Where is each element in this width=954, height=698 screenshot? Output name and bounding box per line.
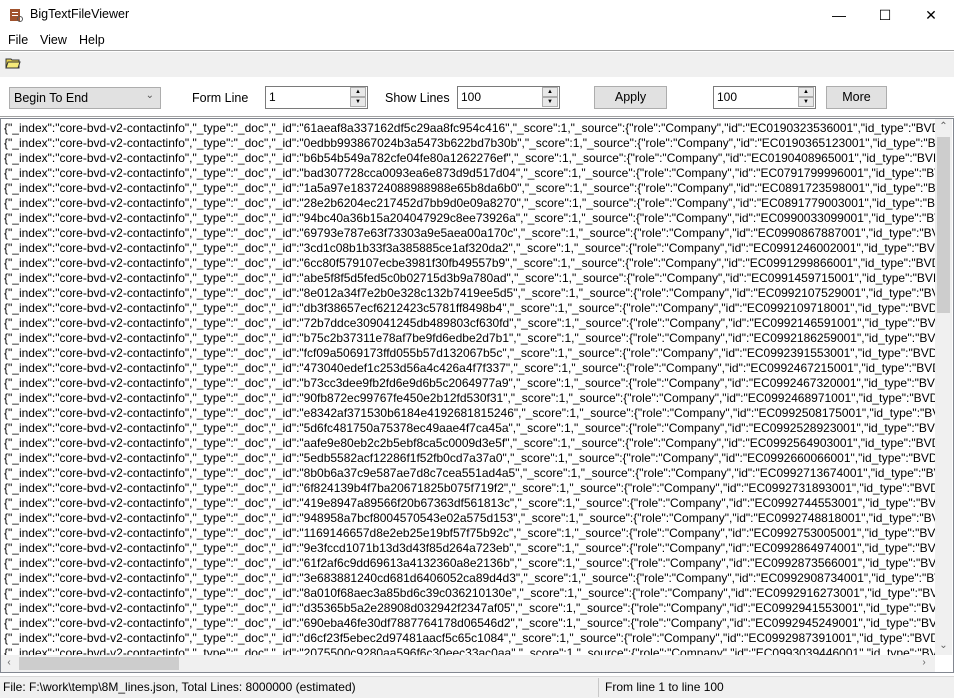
scroll-down-icon[interactable]: ⌄ <box>936 640 951 651</box>
text-line: {"_index":"core-bvd-v2-contactinfo","_ty… <box>4 316 936 330</box>
spin-up-icon[interactable]: ▲ <box>542 87 558 97</box>
text-line: {"_index":"core-bvd-v2-contactinfo","_ty… <box>4 601 936 615</box>
text-line: {"_index":"core-bvd-v2-contactinfo","_ty… <box>4 436 936 450</box>
text-line: {"_index":"core-bvd-v2-contactinfo","_ty… <box>4 496 936 510</box>
spin-up-icon[interactable]: ▲ <box>350 87 366 97</box>
show-lines-input[interactable]: 100 <box>461 90 481 104</box>
status-file-info: File: F:\work\temp\8M_lines.json, Total … <box>3 680 356 694</box>
text-line: {"_index":"core-bvd-v2-contactinfo","_ty… <box>4 331 936 345</box>
text-line: {"_index":"core-bvd-v2-contactinfo","_ty… <box>4 196 936 210</box>
text-line: {"_index":"core-bvd-v2-contactinfo","_ty… <box>4 451 936 465</box>
maximize-button[interactable]: ☐ <box>862 0 908 30</box>
spin-down-icon[interactable]: ▼ <box>542 97 558 107</box>
text-line: {"_index":"core-bvd-v2-contactinfo","_ty… <box>4 181 936 195</box>
menu-view[interactable]: View <box>40 33 67 47</box>
text-line: {"_index":"core-bvd-v2-contactinfo","_ty… <box>4 421 936 435</box>
text-view[interactable]: {"_index":"core-bvd-v2-contactinfo","_ty… <box>0 118 954 673</box>
text-line: {"_index":"core-bvd-v2-contactinfo","_ty… <box>4 646 936 655</box>
text-line: {"_index":"core-bvd-v2-contactinfo","_ty… <box>4 526 936 540</box>
text-line: {"_index":"core-bvd-v2-contactinfo","_ty… <box>4 211 936 225</box>
status-line-range: From line 1 to line 100 <box>605 680 724 694</box>
menu-file[interactable]: File <box>8 33 28 47</box>
open-folder-icon[interactable] <box>5 57 21 69</box>
more-button[interactable]: More <box>826 86 887 109</box>
direction-value: Begin To End <box>14 91 89 105</box>
text-line: {"_index":"core-bvd-v2-contactinfo","_ty… <box>4 166 936 180</box>
text-line: {"_index":"core-bvd-v2-contactinfo","_ty… <box>4 466 936 480</box>
spin-down-icon[interactable]: ▼ <box>350 97 366 107</box>
text-line: {"_index":"core-bvd-v2-contactinfo","_ty… <box>4 121 936 135</box>
vertical-scroll-thumb[interactable] <box>937 137 950 313</box>
app-icon <box>10 9 23 22</box>
text-line: {"_index":"core-bvd-v2-contactinfo","_ty… <box>4 571 936 585</box>
text-line: {"_index":"core-bvd-v2-contactinfo","_ty… <box>4 511 936 525</box>
text-line: {"_index":"core-bvd-v2-contactinfo","_ty… <box>4 346 936 360</box>
text-line: {"_index":"core-bvd-v2-contactinfo","_ty… <box>4 616 936 630</box>
minimize-button[interactable]: — <box>816 0 862 30</box>
scroll-left-icon[interactable]: ‹ <box>3 657 15 668</box>
menu-help[interactable]: Help <box>79 33 105 47</box>
text-line: {"_index":"core-bvd-v2-contactinfo","_ty… <box>4 226 936 240</box>
title-bar <box>0 0 954 30</box>
show-lines-label: Show Lines <box>385 91 450 105</box>
window-title: BigTextFileViewer <box>30 7 130 21</box>
chevron-down-icon: ⌄ <box>145 90 154 101</box>
spin-up-icon[interactable]: ▲ <box>798 87 814 97</box>
apply-button[interactable]: Apply <box>594 86 667 109</box>
text-line: {"_index":"core-bvd-v2-contactinfo","_ty… <box>4 256 936 270</box>
direction-select[interactable]: Begin To End ⌄ <box>9 87 161 109</box>
text-lines: {"_index":"core-bvd-v2-contactinfo","_ty… <box>4 121 936 655</box>
text-line: {"_index":"core-bvd-v2-contactinfo","_ty… <box>4 391 936 405</box>
status-divider <box>598 678 599 697</box>
close-button[interactable]: ✕ <box>908 0 954 30</box>
from-line-stepper[interactable]: 1 ▲ ▼ <box>265 86 368 109</box>
text-line: {"_index":"core-bvd-v2-contactinfo","_ty… <box>4 541 936 555</box>
scroll-up-icon[interactable]: ⌃ <box>936 121 951 132</box>
text-line: {"_index":"core-bvd-v2-contactinfo","_ty… <box>4 271 936 285</box>
text-line: {"_index":"core-bvd-v2-contactinfo","_ty… <box>4 631 936 645</box>
text-line: {"_index":"core-bvd-v2-contactinfo","_ty… <box>4 151 936 165</box>
spin-down-icon[interactable]: ▼ <box>798 97 814 107</box>
text-line: {"_index":"core-bvd-v2-contactinfo","_ty… <box>4 556 936 570</box>
scroll-right-icon[interactable]: › <box>918 657 930 668</box>
from-line-input[interactable]: 1 <box>269 90 276 104</box>
toolbar <box>0 52 954 77</box>
text-line: {"_index":"core-bvd-v2-contactinfo","_ty… <box>4 406 936 420</box>
menu-bar: File View Help <box>0 30 954 51</box>
text-line: {"_index":"core-bvd-v2-contactinfo","_ty… <box>4 376 936 390</box>
text-line: {"_index":"core-bvd-v2-contactinfo","_ty… <box>4 586 936 600</box>
text-line: {"_index":"core-bvd-v2-contactinfo","_ty… <box>4 301 936 315</box>
more-count-input[interactable]: 100 <box>717 90 737 104</box>
text-line: {"_index":"core-bvd-v2-contactinfo","_ty… <box>4 241 936 255</box>
show-lines-stepper[interactable]: 100 ▲ ▼ <box>457 86 560 109</box>
from-line-label: Form Line <box>192 91 249 105</box>
text-line: {"_index":"core-bvd-v2-contactinfo","_ty… <box>4 481 936 495</box>
text-line: {"_index":"core-bvd-v2-contactinfo","_ty… <box>4 361 936 375</box>
text-line: {"_index":"core-bvd-v2-contactinfo","_ty… <box>4 136 936 150</box>
text-line: {"_index":"core-bvd-v2-contactinfo","_ty… <box>4 286 936 300</box>
horizontal-scroll-thumb[interactable] <box>19 657 179 670</box>
more-count-stepper[interactable]: 100 ▲ ▼ <box>713 86 816 109</box>
